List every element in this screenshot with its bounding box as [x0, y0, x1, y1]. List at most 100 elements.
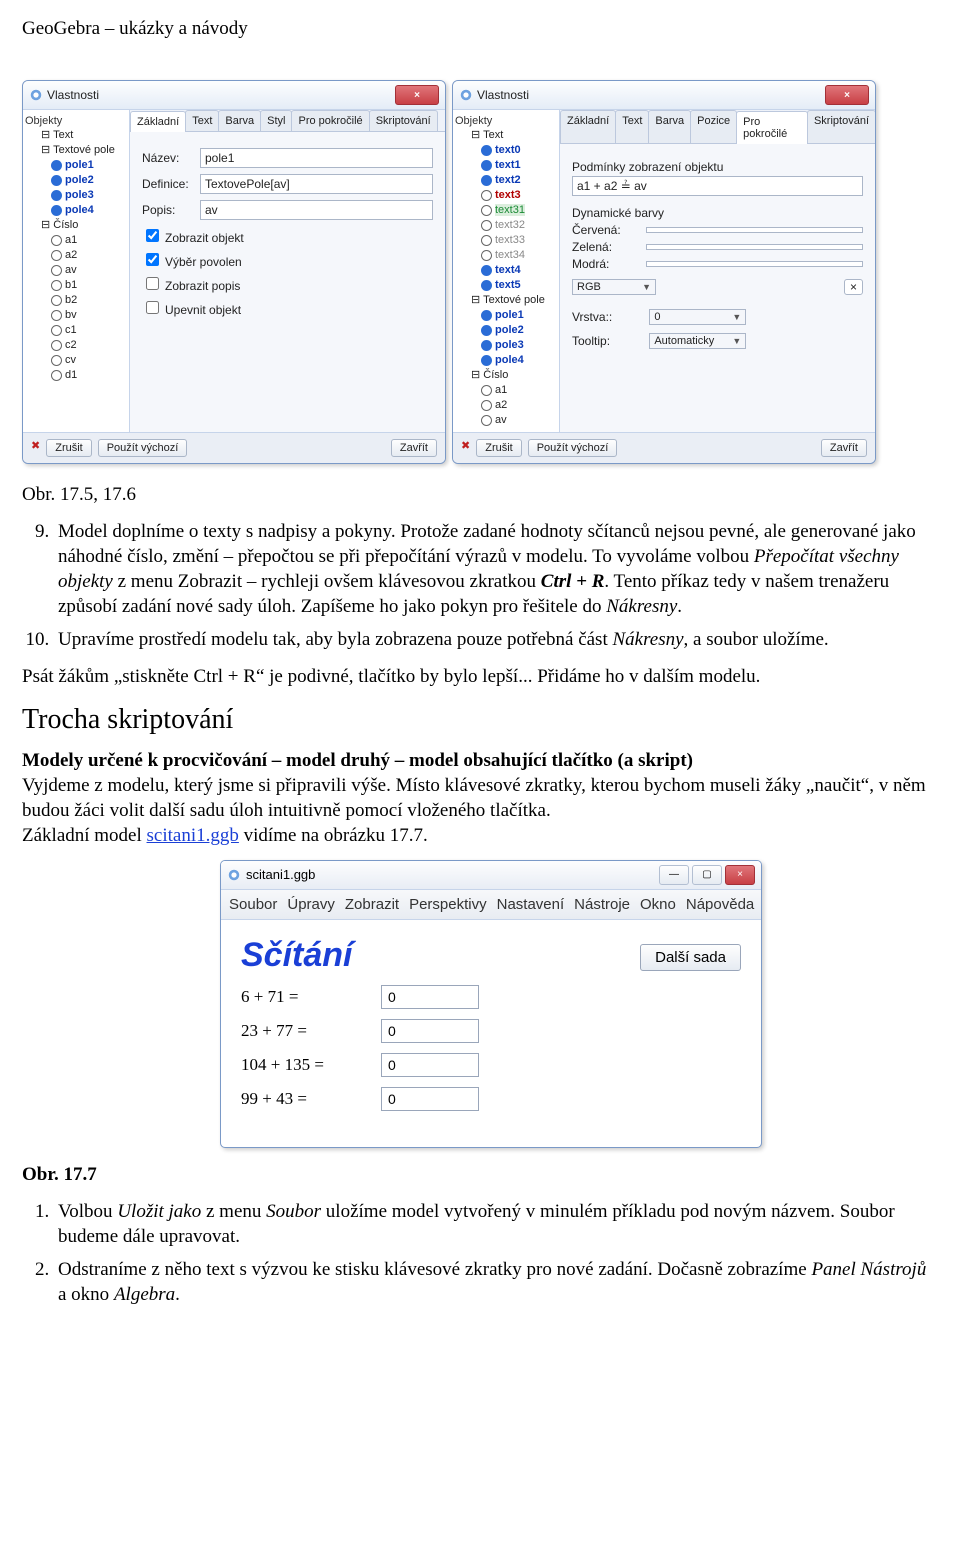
tree-item[interactable]: pole4 — [455, 353, 557, 368]
tab-basic[interactable]: Základní — [130, 111, 186, 132]
figure-caption: Obr. 17.7 — [22, 1162, 938, 1187]
tree-item[interactable]: b2 — [25, 293, 127, 308]
tab-advanced[interactable]: Pro pokročilé — [291, 110, 369, 131]
delete-icon[interactable]: ✖ — [31, 439, 40, 457]
blue-field[interactable] — [646, 261, 863, 267]
object-tree[interactable]: Objekty ⊟ Text text0 text1 text2 text3 t… — [453, 110, 560, 432]
tab-color[interactable]: Barva — [218, 110, 261, 131]
section-heading: Trocha skriptování — [22, 704, 938, 736]
defaults-button[interactable]: Použít výchozí — [528, 439, 618, 457]
object-tree[interactable]: Objekty ⊟ Text ⊟ Textové pole pole1 pole… — [23, 110, 130, 432]
next-set-button[interactable]: Další sada — [640, 944, 741, 971]
name-field[interactable]: pole1 — [200, 148, 433, 168]
expr-text: 104 + 135 = — [241, 1055, 381, 1075]
tree-item[interactable]: pole1 — [455, 308, 557, 323]
tree-item[interactable]: a1 — [455, 383, 557, 398]
close-button[interactable]: × — [395, 85, 439, 105]
tree-item[interactable]: a2 — [25, 248, 127, 263]
colormode-select[interactable]: RGB▼ — [572, 279, 656, 295]
tree-item[interactable]: b1 — [25, 278, 127, 293]
tree-item[interactable]: c2 — [25, 338, 127, 353]
tree-item[interactable]: a2 — [455, 398, 557, 413]
cancel-button[interactable]: Zrušit — [476, 439, 522, 457]
figure-row: Vlastnosti × Objekty ⊟ Text ⊟ Textové po… — [22, 80, 938, 464]
tree-item[interactable]: a1 — [25, 233, 127, 248]
delete-icon[interactable]: ✖ — [461, 439, 470, 457]
fix-object-checkbox[interactable]: Upevnit objekt — [142, 298, 433, 317]
tree-item[interactable]: text2 — [455, 173, 557, 188]
condition-field[interactable]: a1 + a2 ≟ av — [572, 176, 863, 196]
def-field[interactable]: TextovePole[av] — [200, 174, 433, 194]
show-label-checkbox[interactable]: Zobrazit popis — [142, 274, 433, 293]
tab-text[interactable]: Text — [615, 110, 649, 143]
tree-item[interactable]: pole2 — [25, 173, 127, 188]
tree-cat-text[interactable]: ⊟ Text — [25, 128, 127, 143]
menu-item[interactable]: Zobrazit — [345, 896, 399, 913]
menu-item[interactable]: Úpravy — [287, 896, 335, 913]
tab-scripting[interactable]: Skriptování — [369, 110, 438, 131]
tree-item[interactable]: text1 — [455, 158, 557, 173]
tree-item[interactable]: text32 — [455, 218, 557, 233]
cancel-button[interactable]: Zrušit — [46, 439, 92, 457]
window-title: scitani1.ggb — [246, 867, 315, 882]
clear-colors-button[interactable]: × — [844, 279, 863, 295]
tree-item[interactable]: pole3 — [455, 338, 557, 353]
tree-item[interactable]: pole3 — [25, 188, 127, 203]
answer-input[interactable] — [381, 1087, 479, 1111]
tree-item[interactable]: text4 — [455, 263, 557, 278]
tab-basic[interactable]: Základní — [560, 110, 616, 143]
tree-cat-textpole[interactable]: ⊟ Textové pole — [25, 143, 127, 158]
answer-input[interactable] — [381, 985, 479, 1009]
menu-item[interactable]: Okno — [640, 896, 676, 913]
tab-advanced[interactable]: Pro pokročilé — [736, 111, 808, 144]
menu-item[interactable]: Nápověda — [686, 896, 754, 913]
show-object-checkbox[interactable]: Zobrazit objekt — [142, 226, 433, 245]
tree-item[interactable]: cv — [25, 353, 127, 368]
close-button[interactable]: Zavřít — [821, 439, 867, 457]
file-link[interactable]: scitani1.ggb — [147, 825, 239, 846]
answer-input[interactable] — [381, 1053, 479, 1077]
desc-field[interactable]: av — [200, 200, 433, 220]
tree-item[interactable]: pole2 — [455, 323, 557, 338]
tree-item[interactable]: text5 — [455, 278, 557, 293]
tree-item[interactable]: text34 — [455, 248, 557, 263]
selection-allowed-checkbox[interactable]: Výběr povolen — [142, 250, 433, 269]
tree-item[interactable]: text33 — [455, 233, 557, 248]
red-field[interactable] — [646, 227, 863, 233]
properties-dialog-right: Vlastnosti × Objekty ⊟ Text text0 text1 … — [452, 80, 876, 464]
menu-item[interactable]: Soubor — [229, 896, 277, 913]
tab-style[interactable]: Styl — [260, 110, 292, 131]
green-field[interactable] — [646, 244, 863, 250]
close-button[interactable]: Zavřít — [391, 439, 437, 457]
tree-cat-cislo[interactable]: ⊟ Číslo — [25, 218, 127, 233]
tree-item[interactable]: pole4 — [25, 203, 127, 218]
tree-item[interactable]: text31 — [455, 203, 557, 218]
tree-item[interactable]: av — [25, 263, 127, 278]
tree-item[interactable]: d1 — [25, 368, 127, 383]
tree-item[interactable]: bv — [25, 308, 127, 323]
tooltip-select[interactable]: Automaticky▼ — [649, 333, 746, 349]
tree-cat-textpole[interactable]: ⊟ Textové pole — [455, 293, 557, 308]
defaults-button[interactable]: Použít výchozí — [98, 439, 188, 457]
close-button[interactable]: × — [825, 85, 869, 105]
tree-item[interactable]: c1 — [25, 323, 127, 338]
tree-item[interactable]: pole1 — [25, 158, 127, 173]
menu-item[interactable]: Nástroje — [574, 896, 630, 913]
layer-select[interactable]: 0▼ — [649, 309, 746, 325]
tree-item[interactable]: av — [455, 413, 557, 428]
tree-item[interactable]: text0 — [455, 143, 557, 158]
tree-cat-text[interactable]: ⊟ Text — [455, 128, 557, 143]
minimize-button[interactable]: — — [659, 865, 689, 885]
tab-color[interactable]: Barva — [648, 110, 691, 143]
tab-text[interactable]: Text — [185, 110, 219, 131]
answer-input[interactable] — [381, 1019, 479, 1043]
tab-position[interactable]: Pozice — [690, 110, 737, 143]
close-button[interactable]: × — [725, 865, 755, 885]
tab-scripting[interactable]: Skriptování — [807, 110, 876, 143]
menu-item[interactable]: Nastavení — [497, 896, 565, 913]
tab-bar: Základní Text Barva Pozice Pro pokročilé… — [560, 110, 875, 144]
tree-cat-cislo[interactable]: ⊟ Číslo — [455, 368, 557, 383]
menu-item[interactable]: Perspektivy — [409, 896, 487, 913]
maximize-button[interactable]: ▢ — [692, 865, 722, 885]
tree-item[interactable]: text3 — [455, 188, 557, 203]
